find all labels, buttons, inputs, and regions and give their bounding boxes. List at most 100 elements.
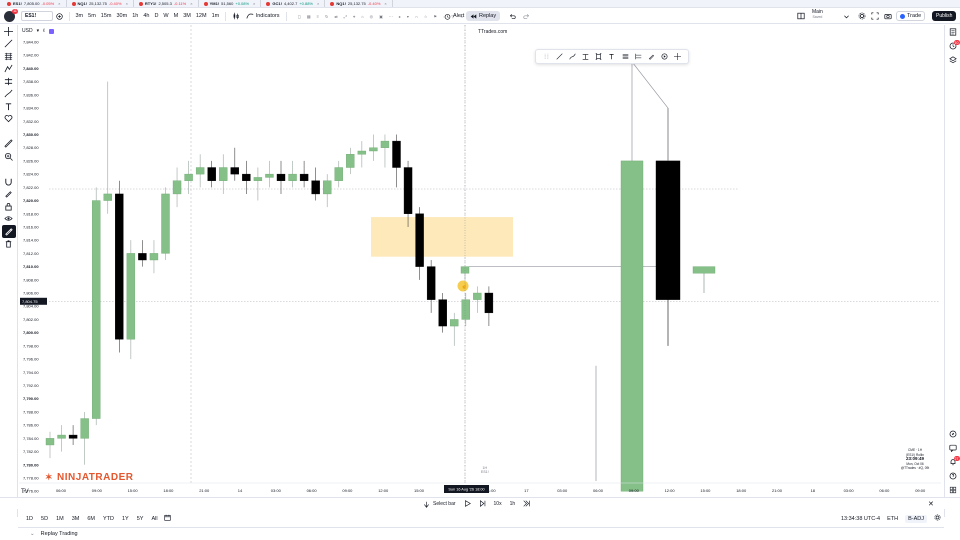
candle-body[interactable] xyxy=(450,319,459,327)
symbol-search[interactable]: ES1! xyxy=(21,11,53,21)
favorite-drawing-tool[interactable] xyxy=(1,225,16,238)
candle-body[interactable] xyxy=(253,177,263,181)
measure-icon[interactable]: ⌖ xyxy=(353,14,355,19)
fullscreen-button[interactable] xyxy=(868,10,882,23)
symbol-tab[interactable]: ES1! 7,805.00 -0.05% × xyxy=(2,0,67,7)
close-tab-icon[interactable]: × xyxy=(317,1,319,6)
bottom-panel-title[interactable]: Replay Trading xyxy=(41,531,78,537)
drag-handle-icon[interactable] xyxy=(542,52,551,61)
layout-grid-icon[interactable]: ▦ xyxy=(307,14,311,19)
data-window-button[interactable] xyxy=(947,53,959,67)
close-tab-icon[interactable]: × xyxy=(126,1,128,6)
htf-candle-body[interactable] xyxy=(692,266,716,274)
ideas-button[interactable] xyxy=(947,427,959,441)
indicators-button[interactable]: Indicators xyxy=(243,10,283,23)
adjustment-toggle[interactable]: B-ADJ xyxy=(905,514,927,523)
close-tab-icon[interactable]: × xyxy=(58,1,60,6)
currency-selector[interactable]: USD ▾ ℓ xyxy=(22,28,54,34)
help-button[interactable] xyxy=(947,469,959,483)
text-tool[interactable] xyxy=(2,100,16,113)
remove-drawings-tool[interactable] xyxy=(2,238,16,251)
candle-body[interactable] xyxy=(126,253,136,340)
chevron-icon[interactable]: ▾ xyxy=(407,14,409,19)
replay-button[interactable]: Replay xyxy=(466,11,501,21)
step-forward-button[interactable] xyxy=(479,499,486,509)
candle-body[interactable] xyxy=(288,173,297,181)
candle-body[interactable] xyxy=(184,173,193,181)
candle-body[interactable] xyxy=(276,173,286,181)
timeframe-option[interactable]: D xyxy=(152,13,161,19)
trade-button[interactable]: Trade xyxy=(896,11,926,21)
pen-tool-icon[interactable] xyxy=(568,52,577,61)
dots-icon[interactable]: ⋯ xyxy=(389,14,393,19)
publish-button[interactable]: Publish xyxy=(932,11,957,21)
fib-levels-icon[interactable] xyxy=(581,52,590,61)
forecast-tool[interactable] xyxy=(2,75,16,88)
magnet-tool[interactable] xyxy=(2,175,16,188)
candle-body[interactable] xyxy=(323,180,332,195)
candle-body[interactable] xyxy=(68,434,78,439)
timeframe-option[interactable]: 1h xyxy=(130,13,141,19)
candle-body[interactable] xyxy=(219,167,228,181)
candle-body[interactable] xyxy=(115,193,124,340)
flag-icon[interactable]: ⚑ xyxy=(433,14,437,19)
htf-candle-body[interactable] xyxy=(620,160,644,492)
candle-body[interactable] xyxy=(103,193,112,201)
update-interval-button[interactable]: 1h xyxy=(510,501,516,507)
fib-tool[interactable] xyxy=(2,50,16,63)
chevron-down-icon[interactable]: ⌄ xyxy=(30,531,35,537)
settings-button[interactable] xyxy=(855,10,869,23)
fullscreen-small-icon[interactable]: ⤢ xyxy=(344,14,347,19)
candle-body[interactable] xyxy=(484,292,494,314)
timeframe-option[interactable]: M xyxy=(171,13,181,19)
watchlist-button[interactable] xyxy=(947,25,959,39)
session-toggle[interactable]: ETH xyxy=(887,516,898,522)
more-icon[interactable]: ▸ xyxy=(399,14,401,19)
htf-candle-body[interactable] xyxy=(655,160,681,300)
candle-body[interactable] xyxy=(473,292,482,300)
candle-body[interactable] xyxy=(172,180,182,195)
range-option[interactable]: 1M xyxy=(52,516,68,522)
ruler-tool[interactable] xyxy=(2,138,16,151)
clock-readout[interactable]: 13:34:38 UTC-4 xyxy=(841,516,880,522)
highlighter-icon[interactable] xyxy=(647,52,656,61)
candle-body[interactable] xyxy=(311,180,320,195)
horizontal-lines-icon[interactable] xyxy=(621,52,630,61)
candle-body[interactable] xyxy=(299,173,309,181)
notifications-button[interactable]: 27 xyxy=(947,455,960,469)
eye-icon[interactable]: ◎ xyxy=(370,14,374,19)
symbol-tab[interactable]: NQ1! 25,132.75 -0.40% × xyxy=(325,0,393,7)
chart-pane[interactable]: 7,844.00 7,842.00 7,840.00 7,838.00 7,836.00… xyxy=(19,25,941,497)
lock-icon[interactable]: ⌂ xyxy=(361,14,363,19)
candle-body[interactable] xyxy=(80,418,89,439)
range-option[interactable]: 1Y xyxy=(118,516,133,522)
timeframe-option[interactable]: 3M xyxy=(181,13,194,19)
candle-body[interactable] xyxy=(461,299,470,320)
layout-name[interactable]: Main Saved xyxy=(809,10,826,23)
scale-settings-icon[interactable] xyxy=(934,514,941,523)
crosshair-tool[interactable] xyxy=(2,25,16,38)
candle-body[interactable] xyxy=(242,173,251,181)
candle-body[interactable] xyxy=(415,213,424,267)
layout-menu-button[interactable] xyxy=(794,10,808,23)
chats-button[interactable] xyxy=(947,441,959,455)
indicator-list-icon[interactable]: ≡ xyxy=(317,14,319,19)
range-option[interactable]: YTD xyxy=(99,516,118,522)
symbol-tab[interactable]: GC1! 4,402.7 +0.88% × xyxy=(261,0,326,7)
panel-settings-button[interactable] xyxy=(947,483,959,497)
close-tab-icon[interactable]: × xyxy=(384,1,386,6)
brush-tool[interactable] xyxy=(2,88,16,101)
candle-body[interactable] xyxy=(207,167,216,181)
highlight-zone[interactable] xyxy=(371,217,513,257)
candle-body[interactable] xyxy=(426,266,436,300)
timeframe-option[interactable]: 1m xyxy=(209,13,222,19)
candle-body[interactable] xyxy=(230,167,240,175)
chart-type-button[interactable] xyxy=(229,10,243,23)
magnet-icon[interactable]: ∩ xyxy=(415,14,418,19)
range-option[interactable]: 3M xyxy=(68,516,84,522)
range-option[interactable]: 6M xyxy=(83,516,99,522)
user-avatar[interactable]: 11 xyxy=(4,8,18,22)
line-tool-icon[interactable] xyxy=(555,52,564,61)
range-option[interactable]: 5D xyxy=(37,516,52,522)
calendar-goto-button[interactable] xyxy=(163,514,171,523)
